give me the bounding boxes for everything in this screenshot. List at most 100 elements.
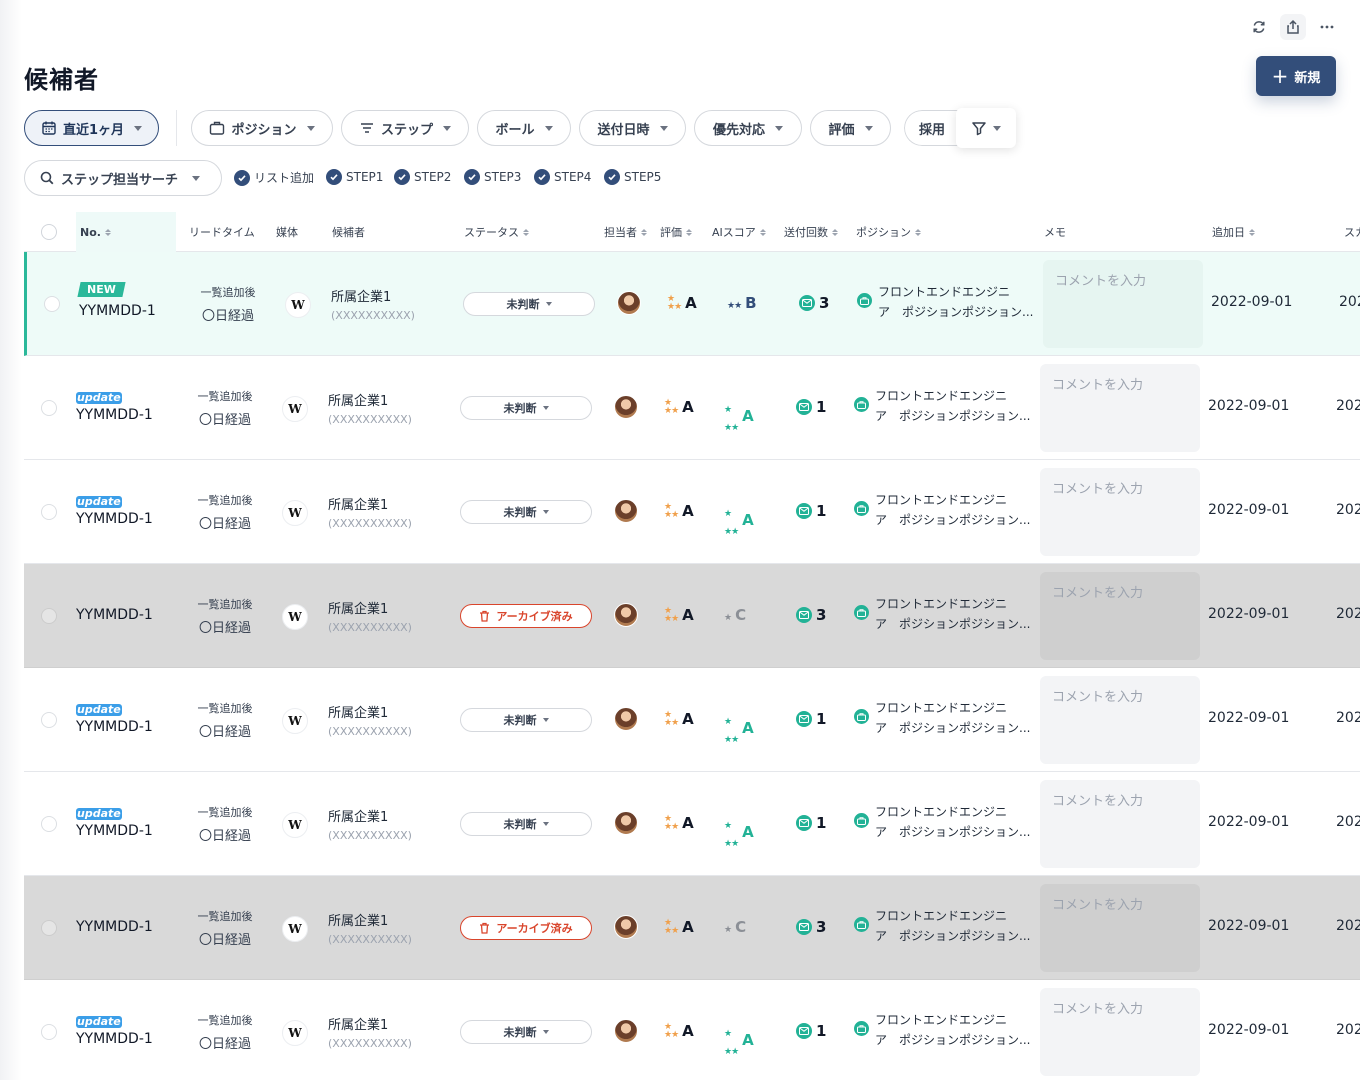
check-list-add[interactable]: リスト追加 — [234, 169, 314, 186]
share-icon[interactable] — [1280, 14, 1306, 40]
memo-input[interactable]: コメントを入力 — [1043, 260, 1203, 348]
check-step3[interactable]: STEP3 — [464, 169, 521, 185]
row-checkbox[interactable] — [41, 816, 57, 832]
status-dropdown[interactable]: 未判断 — [460, 396, 592, 420]
candidate-info[interactable]: 所属企業1 (XXXXXXXXXX) — [328, 1014, 412, 1050]
memo-input[interactable]: コメントを入力 — [1040, 884, 1200, 972]
candidate-info[interactable]: 所属企業1 (XXXXXXXXXX) — [328, 598, 412, 634]
owner-avatar[interactable] — [614, 707, 638, 731]
status-dropdown[interactable]: 未判断 — [460, 812, 592, 836]
sort-icon — [686, 228, 692, 236]
chevron-down-icon — [542, 1030, 549, 1034]
row-checkbox[interactable] — [41, 712, 57, 728]
filter-send-date[interactable]: 送付日時 — [579, 110, 686, 146]
table-row[interactable]: update YYMMDD-1 一覧追加後 〇日経過 W 所属企業1 (XXXXXXXXXX… — [24, 460, 1360, 564]
lead-time-value: 〇日経過 — [198, 517, 251, 532]
owner-avatar[interactable] — [614, 395, 638, 419]
column-send-count[interactable]: 送付回数 — [784, 212, 838, 252]
select-all-checkbox[interactable] — [41, 224, 57, 240]
position-info[interactable]: フロントエンドエンジニア ポジションポジション... — [857, 282, 1038, 322]
filter-hire[interactable]: 採用 — [904, 110, 962, 146]
refresh-icon[interactable] — [1246, 14, 1272, 40]
lead-time-value: 〇日経過 — [201, 309, 254, 324]
candidate-info[interactable]: 所属企業1 (XXXXXXXXXX) — [328, 494, 412, 530]
row-checkbox[interactable] — [44, 296, 60, 312]
lead-time-value: 〇日経過 — [198, 933, 251, 948]
column-added-date[interactable]: 追加日 — [1212, 212, 1255, 252]
position-line1: フロントエンドエンジニ — [875, 389, 1008, 403]
owner-avatar[interactable] — [614, 499, 638, 523]
check-step5[interactable]: STEP5 — [604, 169, 661, 185]
status-dropdown[interactable]: 未判断 — [460, 708, 592, 732]
candidate-info[interactable]: 所属企業1 (XXXXXXXXXX) — [331, 286, 415, 322]
candidate-table: No. リードタイム 媒体 候補者 ステータス 担当者 評価 AIスコア 送付回… — [24, 212, 1360, 1080]
owner-avatar[interactable] — [617, 291, 641, 315]
memo-input[interactable]: コメントを入力 — [1040, 468, 1200, 556]
position-info[interactable]: フロントエンドエンジニア ポジションポジション... — [854, 594, 1035, 634]
row-checkbox[interactable] — [41, 504, 57, 520]
filter-priority[interactable]: 優先対応 — [694, 110, 802, 146]
new-button[interactable]: + 新規 — [1256, 56, 1336, 96]
row-checkbox[interactable] — [41, 608, 57, 624]
filter-rating[interactable]: 評価 — [810, 110, 891, 146]
media-logo-icon: W — [282, 812, 308, 838]
candidate-info[interactable]: 所属企業1 (XXXXXXXXXX) — [328, 390, 412, 426]
column-position[interactable]: ポジション — [856, 212, 921, 252]
step-owner-search[interactable]: ステップ担当サーチ — [24, 160, 222, 196]
row-checkbox[interactable] — [41, 1024, 57, 1040]
table-row[interactable]: update YYMMDD-1 一覧追加後 〇日経過 W 所属企業1 (XXXXXXXXXX… — [24, 668, 1360, 772]
owner-avatar[interactable] — [614, 1019, 638, 1043]
column-ai-score[interactable]: AIスコア — [712, 212, 766, 252]
candidate-info[interactable]: 所属企業1 (XXXXXXXXXX) — [328, 910, 412, 946]
memo-input[interactable]: コメントを入力 — [1040, 364, 1200, 452]
filter-toggle-button[interactable] — [956, 108, 1016, 148]
table-row[interactable]: NEW YYMMDD-1 一覧追加後 〇日経過 W 所属企業1 (XXXXXXXXXX) 未判… — [24, 252, 1360, 356]
position-info[interactable]: フロントエンドエンジニア ポジションポジション... — [854, 386, 1035, 426]
status-dropdown[interactable]: アーカイブ済み — [460, 916, 592, 940]
row-checkbox[interactable] — [41, 400, 57, 416]
column-label: ポジション — [856, 226, 911, 239]
filter-ball[interactable]: ボール — [477, 110, 571, 146]
status-dropdown[interactable]: 未判断 — [460, 500, 592, 524]
candidate-info[interactable]: 所属企業1 (XXXXXXXXXX) — [328, 702, 412, 738]
memo-input[interactable]: コメントを入力 — [1040, 676, 1200, 764]
check-step1[interactable]: STEP1 — [326, 169, 383, 185]
row-checkbox[interactable] — [41, 920, 57, 936]
check-step2[interactable]: STEP2 — [394, 169, 451, 185]
table-row[interactable]: YYMMDD-1 一覧追加後 〇日経過 W 所属企業1 (XXXXXXXXXX) アーカイブ… — [24, 564, 1360, 668]
memo-input[interactable]: コメントを入力 — [1040, 572, 1200, 660]
position-info[interactable]: フロントエンドエンジニア ポジションポジション... — [854, 1010, 1035, 1050]
position-info[interactable]: フロントエンドエンジニア ポジションポジション... — [854, 802, 1035, 842]
filter-bar: 直近1ヶ月 ポジション ステップ ボール 送付日時 優先対応 評価 採用 — [24, 108, 1360, 148]
filter-step[interactable]: ステップ — [341, 110, 469, 146]
filter-date[interactable]: 直近1ヶ月 — [24, 110, 159, 146]
position-info[interactable]: フロントエンドエンジニア ポジションポジション... — [854, 698, 1035, 738]
table-row[interactable]: update YYMMDD-1 一覧追加後 〇日経過 W 所属企業1 (XXXXXXXXXX… — [24, 980, 1360, 1080]
table-row[interactable]: update YYMMDD-1 一覧追加後 〇日経過 W 所属企業1 (XXXXXXXXXX… — [24, 356, 1360, 460]
column-owner[interactable]: 担当者 — [604, 212, 647, 252]
table-row[interactable]: update YYMMDD-1 一覧追加後 〇日経過 W 所属企業1 (XXXXXXXXXX… — [24, 772, 1360, 876]
filter-position-label: ポジション — [231, 122, 297, 138]
check-step4[interactable]: STEP4 — [534, 169, 591, 185]
more-icon[interactable] — [1314, 14, 1340, 40]
column-rating[interactable]: 評価 — [660, 212, 692, 252]
memo-input[interactable]: コメントを入力 — [1040, 780, 1200, 868]
table-row[interactable]: YYMMDD-1 一覧追加後 〇日経過 W 所属企業1 (XXXXXXXXXX) アーカイブ… — [24, 876, 1360, 980]
lead-time-label: 一覧追加後 — [197, 390, 253, 403]
status-dropdown[interactable]: 未判断 — [460, 1020, 592, 1044]
owner-avatar[interactable] — [614, 811, 638, 835]
position-info[interactable]: フロントエンドエンジニア ポジションポジション... — [854, 490, 1035, 530]
candidate-info[interactable]: 所属企業1 (XXXXXXXXXX) — [328, 806, 412, 842]
owner-avatar[interactable] — [614, 915, 638, 939]
briefcase-icon — [854, 605, 869, 620]
status-dropdown[interactable]: 未判断 — [463, 292, 595, 316]
status-dropdown[interactable]: アーカイブ済み — [460, 604, 592, 628]
position-info[interactable]: フロントエンドエンジニア ポジションポジション... — [854, 906, 1035, 946]
filter-position[interactable]: ポジション — [191, 110, 333, 146]
column-no[interactable]: No. — [76, 212, 176, 252]
column-status[interactable]: ステータス — [464, 212, 529, 252]
page-title: 候補者 — [24, 66, 99, 94]
lead-time: 一覧追加後 〇日経過 — [190, 388, 260, 428]
owner-avatar[interactable] — [614, 603, 638, 627]
memo-input[interactable]: コメントを入力 — [1040, 988, 1200, 1076]
